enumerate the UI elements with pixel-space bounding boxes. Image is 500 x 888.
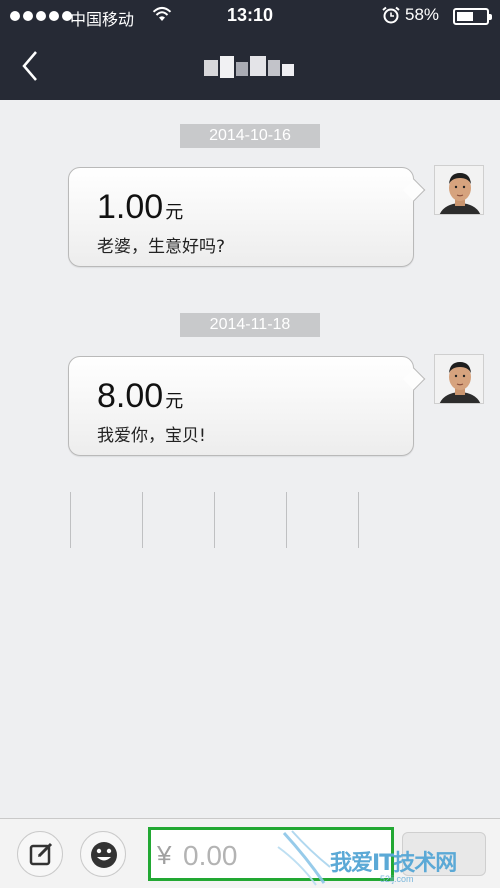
transfer-note: 老婆，生意好吗? (97, 237, 226, 257)
transfer-amount: 8.00 元 (97, 377, 184, 415)
divider-lines (70, 492, 370, 548)
currency-unit: 元 (165, 391, 184, 412)
currency-unit: 元 (165, 202, 184, 223)
person-photo-icon (435, 166, 483, 214)
compose-icon (29, 842, 53, 866)
battery-level (457, 12, 473, 21)
amount-placeholder: 0.00 (183, 840, 238, 871)
watermark-text: 我爱IT技术网 (330, 851, 457, 876)
top-bar: 中国移动 13:10 58% (0, 0, 500, 100)
battery-percent: 58% (405, 5, 440, 24)
status-bar: 中国移动 13:10 58% (0, 0, 500, 34)
watermark-url: 52ij.com (380, 874, 414, 884)
transfer-message-bubble[interactable]: 1.00 元 老婆，生意好吗? (68, 167, 426, 267)
compose-button[interactable] (17, 831, 63, 877)
transfer-message-bubble[interactable]: 8.00 元 我爱你，宝贝! (68, 356, 426, 456)
currency-symbol: ¥ (157, 840, 172, 870)
page-title-redacted (200, 54, 300, 80)
transfer-amount: 1.00 元 (97, 188, 184, 226)
input-bar: ¥ 0.00 我爱IT技术网 52ij.com (0, 818, 500, 888)
chevron-left-icon[interactable] (16, 48, 46, 84)
smiley-icon (91, 842, 117, 868)
avatar[interactable] (434, 165, 484, 215)
battery-icon (453, 8, 492, 25)
alarm-icon (382, 6, 400, 24)
emoji-button[interactable] (80, 831, 126, 877)
transfer-note: 我爱你，宝贝! (97, 426, 206, 446)
person-photo-icon (435, 355, 483, 403)
avatar[interactable] (434, 354, 484, 404)
date-badge: 2014-10-16 (180, 124, 320, 148)
date-badge: 2014-11-18 (180, 313, 320, 337)
